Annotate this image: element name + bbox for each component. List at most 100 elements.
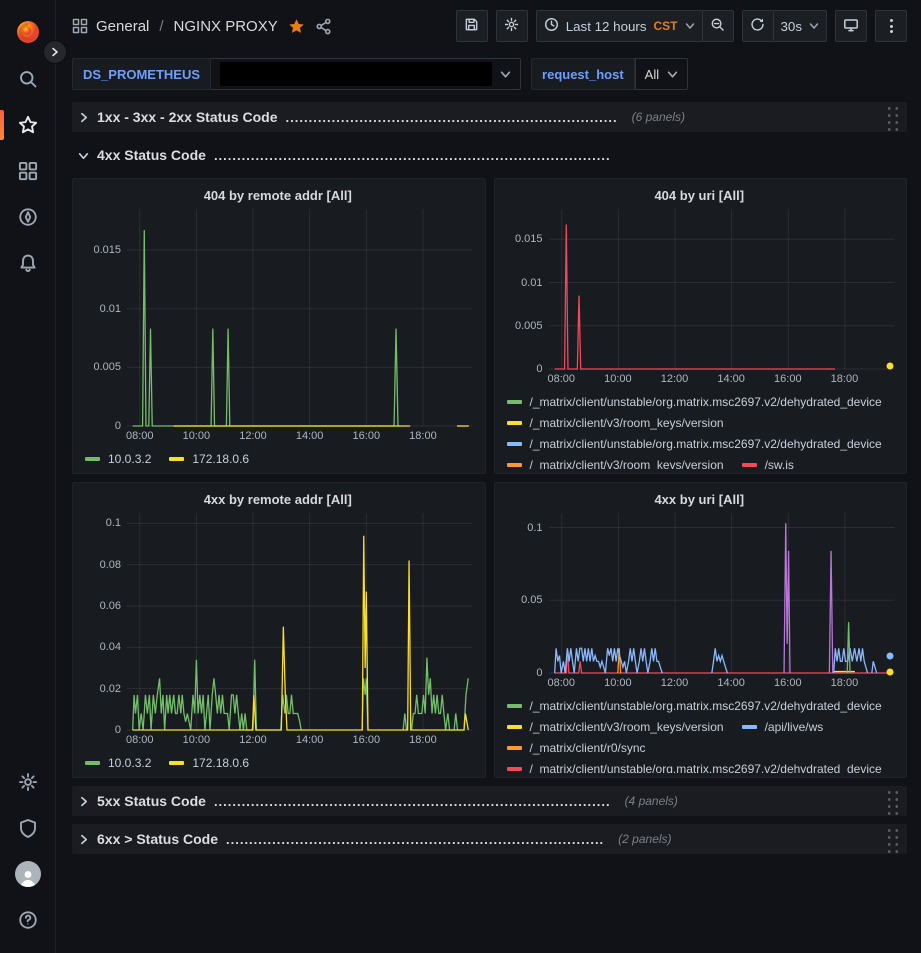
zoom-out-button[interactable] <box>702 10 734 42</box>
legend-label: /api/live/ws <box>765 720 824 734</box>
panel-4xx-by-remote-addr: 4xx by remote addr [All] 00.020.040.060.… <box>72 482 486 778</box>
legend-item[interactable]: 172.18.0.6 <box>169 452 249 466</box>
chart-svg <box>549 209 895 369</box>
legend-item[interactable]: 172.18.0.6 <box>169 756 249 770</box>
tv-mode-button[interactable] <box>835 10 867 42</box>
legend-row: /_matrix/client/unstable/org.matrix.msc2… <box>507 433 901 454</box>
row-1xx-3xx-2xx[interactable]: 1xx - 3xx - 2xx Status Code ............… <box>72 102 907 132</box>
dashboards-grid-icon <box>18 161 38 181</box>
variable-label: DS_PROMETHEUS <box>72 58 211 90</box>
y-axis-tick: 0.1 <box>77 517 121 529</box>
y-axis-tick: 0.01 <box>77 303 121 315</box>
more-options-button[interactable] <box>875 10 907 42</box>
chart-legend: 10.0.3.2 172.18.0.6 <box>77 750 479 773</box>
row-title-dots: ........................................… <box>214 794 611 809</box>
ds-prometheus-select[interactable] <box>211 58 521 90</box>
legend-row: 10.0.3.2 172.18.0.6 <box>85 448 479 469</box>
legend-label: 10.0.3.2 <box>108 756 151 770</box>
share-icon[interactable] <box>315 18 332 35</box>
panel-grid-4xx: 4xx by remote addr [All] 00.020.040.060.… <box>72 482 907 778</box>
chevron-right-icon <box>78 834 89 845</box>
legend-item[interactable]: /_matrix/client/unstable/org.matrix.msc2… <box>507 395 882 409</box>
x-axis-tick: 10:00 <box>604 677 632 689</box>
x-axis-tick: 16:00 <box>774 373 802 385</box>
refresh-interval-picker[interactable]: 30s <box>773 10 828 42</box>
search-icon <box>18 69 38 89</box>
series-end-dot <box>887 652 894 659</box>
refresh-button[interactable] <box>742 10 774 42</box>
clock-icon <box>544 17 559 35</box>
x-axis-tick: 18:00 <box>831 373 859 385</box>
sidebar-item-help[interactable] <box>0 897 56 943</box>
gear-icon <box>504 17 519 35</box>
chart-plot-area[interactable]: 00.020.040.060.080.1 <box>127 513 473 730</box>
breadcrumb-separator: / <box>159 18 163 35</box>
legend-item[interactable]: /_matrix/client/unstable/org.matrix.msc2… <box>507 437 882 451</box>
x-axis-tick: 10:00 <box>183 734 211 746</box>
zoom-out-icon <box>710 17 725 35</box>
y-axis-tick: 0.06 <box>77 600 121 612</box>
legend-item[interactable]: /_matrix/client/v3/room_keys/version <box>507 720 724 734</box>
sidebar-item-starred[interactable] <box>0 102 56 148</box>
save-dashboard-button[interactable] <box>456 10 488 42</box>
sidebar-item-server-admin[interactable] <box>0 805 56 851</box>
chart-plot-area[interactable]: 00.0050.010.015 <box>127 209 473 426</box>
sidebar-item-configuration[interactable] <box>0 759 56 805</box>
x-axis-tick: 14:00 <box>717 677 745 689</box>
x-axis-tick: 08:00 <box>547 677 575 689</box>
chart-svg <box>549 513 895 673</box>
star-icon <box>18 115 38 135</box>
panel-title[interactable]: 404 by remote addr [All] <box>77 183 479 209</box>
row-drag-handle[interactable] <box>884 787 899 815</box>
legend-swatch <box>742 725 757 729</box>
y-axis-tick: 0.015 <box>499 233 543 245</box>
row-title: 6xx > Status Code <box>97 831 218 847</box>
sidebar-item-alerting[interactable] <box>0 240 56 286</box>
legend-item[interactable]: /sw.js <box>742 458 794 470</box>
sidebar <box>0 0 56 953</box>
row-drag-handle[interactable] <box>884 825 899 853</box>
x-axis-tick: 08:00 <box>126 430 154 442</box>
chart-x-axis: 08:0010:0012:0014:0016:0018:00 <box>549 673 895 693</box>
time-controls: Last 12 hours CST <box>536 10 734 42</box>
sidebar-item-dashboards[interactable] <box>0 148 56 194</box>
row-4xx[interactable]: 4xx Status Code ........................… <box>72 140 907 170</box>
chart-plot-area[interactable]: 00.0050.010.015 <box>549 209 895 369</box>
panel-title[interactable]: 4xx by remote addr [All] <box>77 487 479 513</box>
panel-title[interactable]: 404 by uri [All] <box>499 183 901 209</box>
breadcrumb-folder[interactable]: General <box>96 18 149 35</box>
sidebar-item-profile[interactable] <box>0 851 56 897</box>
legend-item[interactable]: /_matrix/client/v3/room_keys/version <box>507 458 724 470</box>
favorite-star-icon[interactable] <box>288 18 305 35</box>
legend-item[interactable]: /_matrix/client/r0/sync <box>507 741 646 755</box>
sidebar-item-search[interactable] <box>0 56 56 102</box>
legend-item[interactable]: 10.0.3.2 <box>85 756 151 770</box>
legend-label: /_matrix/client/v3/room_keys/version <box>530 458 724 470</box>
legend-item[interactable]: /_matrix/client/unstable/org.matrix.msc2… <box>507 699 882 713</box>
row-6xx[interactable]: 6xx > Status Code ......................… <box>72 824 907 854</box>
bell-icon <box>18 253 38 273</box>
legend-item[interactable]: /_matrix/client/v3/room_keys/version <box>507 416 724 430</box>
sidebar-expand-button[interactable] <box>43 40 67 64</box>
x-axis-tick: 08:00 <box>126 734 154 746</box>
legend-item[interactable]: 10.0.3.2 <box>85 452 151 466</box>
x-axis-tick: 12:00 <box>239 430 267 442</box>
dashboard-settings-button[interactable] <box>496 10 528 42</box>
row-drag-handle[interactable] <box>884 103 899 131</box>
request-host-select[interactable]: All <box>635 58 688 90</box>
legend-item[interactable]: /_matrix/client/unstable/org.matrix.msc2… <box>507 762 882 774</box>
panel-title[interactable]: 4xx by uri [All] <box>499 487 901 513</box>
time-range-label: Last 12 hours <box>566 19 647 34</box>
sidebar-item-explore[interactable] <box>0 194 56 240</box>
legend-row: 10.0.3.2 172.18.0.6 <box>85 752 479 773</box>
time-range-picker[interactable]: Last 12 hours CST <box>536 10 703 42</box>
apps-grid-icon[interactable] <box>72 18 88 34</box>
legend-item[interactable]: /api/live/ws <box>742 720 824 734</box>
variable-ds-prometheus: DS_PROMETHEUS <box>72 58 521 90</box>
variable-request-host: request_host All <box>531 58 688 90</box>
legend-swatch <box>507 746 522 750</box>
chart-x-axis: 08:0010:0012:0014:0016:0018:00 <box>127 426 473 446</box>
row-5xx[interactable]: 5xx Status Code ........................… <box>72 786 907 816</box>
chart-plot-area[interactable]: 00.050.1 <box>549 513 895 673</box>
breadcrumb-dashboard-title[interactable]: NGINX PROXY <box>174 18 278 35</box>
